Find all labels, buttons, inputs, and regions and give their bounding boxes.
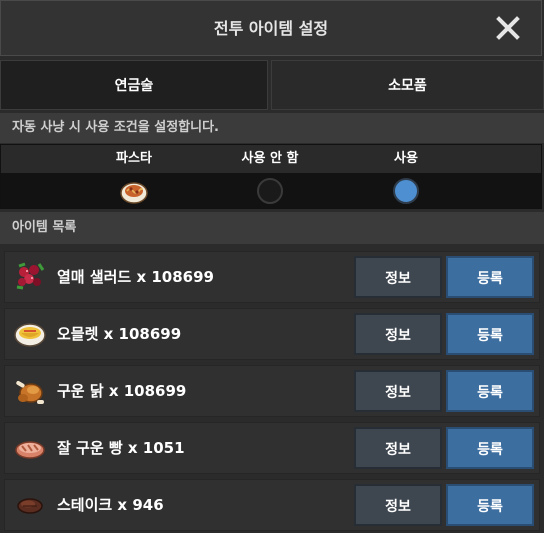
info-button[interactable]: 정보 bbox=[354, 370, 442, 412]
register-button[interactable]: 등록 bbox=[446, 427, 534, 469]
tab-consumables[interactable]: 소모품 bbox=[271, 60, 544, 110]
item-name: 잘 구운 빵 x 1051 bbox=[57, 439, 185, 457]
item-name: 구운 닭 x 108699 bbox=[57, 382, 187, 400]
steak-icon bbox=[17, 498, 43, 514]
selected-item-label: 파스타 bbox=[116, 151, 152, 166]
tab-alchemy[interactable]: 연금술 bbox=[0, 60, 268, 110]
item-name: 오믈렛 x 108699 bbox=[57, 325, 182, 343]
item-name: 스테이크 x 946 bbox=[57, 496, 164, 514]
dialog-title: 전투 아이템 설정 bbox=[213, 19, 329, 38]
option-disabled-label: 사용 안 함 bbox=[241, 151, 299, 166]
item-name: 열매 샐러드 x 108699 bbox=[57, 268, 214, 286]
info-button[interactable]: 정보 bbox=[354, 427, 442, 469]
list-item: 오믈렛 x 108699 정보 등록 bbox=[4, 308, 540, 360]
radio-disabled[interactable] bbox=[257, 178, 283, 204]
berry-salad-icon bbox=[16, 262, 45, 290]
list-item: 잘 구운 빵 x 1051 정보 등록 bbox=[4, 422, 540, 474]
close-icon[interactable] bbox=[495, 15, 521, 41]
option-enabled-label: 사용 bbox=[394, 151, 418, 166]
info-button[interactable]: 정보 bbox=[354, 256, 442, 298]
condition-header-row: 파스타 사용 안 함 사용 bbox=[1, 145, 541, 173]
register-button[interactable]: 등록 bbox=[446, 256, 534, 298]
category-tabs: 연금술 소모품 bbox=[0, 60, 544, 110]
list-item: 구운 닭 x 108699 정보 등록 bbox=[4, 365, 540, 417]
info-button[interactable]: 정보 bbox=[354, 313, 442, 355]
register-button[interactable]: 등록 bbox=[446, 484, 534, 526]
roast-chicken-icon bbox=[16, 381, 44, 404]
list-item: 열매 샐러드 x 108699 정보 등록 bbox=[4, 251, 540, 303]
auto-hunt-condition-panel: 파스타 사용 안 함 사용 bbox=[0, 144, 542, 209]
radio-enabled[interactable] bbox=[393, 178, 419, 204]
register-button[interactable]: 등록 bbox=[446, 313, 534, 355]
info-button[interactable]: 정보 bbox=[354, 484, 442, 526]
omelette-icon bbox=[14, 323, 46, 347]
dialog-header: 전투 아이템 설정 bbox=[0, 0, 542, 56]
register-button[interactable]: 등록 bbox=[446, 370, 534, 412]
baked-bread-icon bbox=[15, 441, 45, 459]
pasta-icon bbox=[120, 182, 148, 204]
item-list-title: 아이템 목록 bbox=[0, 212, 544, 244]
list-item: 스테이크 x 946 정보 등록 bbox=[4, 479, 540, 531]
auto-hunt-description: 자동 사냥 시 사용 조건을 설정합니다. bbox=[0, 113, 544, 143]
